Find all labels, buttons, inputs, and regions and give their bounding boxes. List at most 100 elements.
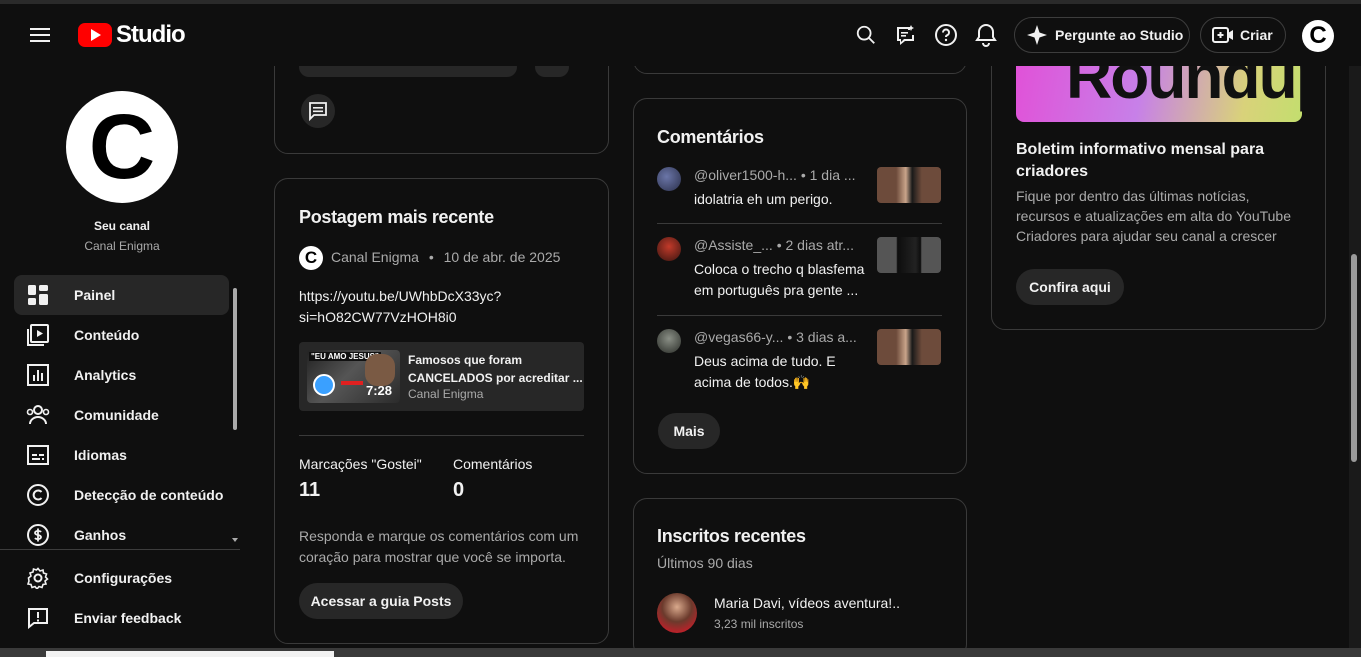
commenter-avatar[interactable] <box>657 167 681 191</box>
comments-count-value: 0 <box>453 479 465 501</box>
comment-divider <box>657 315 942 316</box>
comment-author[interactable]: @oliver1500-h... <box>694 167 797 183</box>
comments-card: Comentários @oliver1500-h... • 1 dia ...… <box>633 98 967 474</box>
sidebar-item-label: Conteúdo <box>74 327 140 343</box>
newsletter-title: Boletim informativo mensal para criadore… <box>1016 139 1264 183</box>
go-to-posts-button[interactable]: Acessar a guia Posts <box>299 583 463 619</box>
prompt-line: Responda e marque os comentários com um <box>299 528 579 544</box>
sidebar-item-dashboard[interactable]: Painel <box>14 275 229 315</box>
sidebar-item-settings[interactable]: Configurações <box>14 558 229 598</box>
comment-meta: @oliver1500-h... • 1 dia ... <box>694 167 864 183</box>
notifications-bell-icon[interactable] <box>971 20 1001 50</box>
sidebar-item-content[interactable]: Conteúdo <box>14 315 229 355</box>
comment-icon[interactable] <box>301 94 335 128</box>
comment-time: • 2 dias atr... <box>776 237 854 253</box>
commenter-avatar[interactable] <box>657 237 681 261</box>
comment-item[interactable]: @oliver1500-h... • 1 dia ... idolatria e… <box>657 167 942 217</box>
sidebar-scrollbar[interactable] <box>233 288 237 430</box>
commenter-avatar[interactable] <box>657 329 681 353</box>
channel-avatar-letter: C <box>88 96 156 198</box>
person-figure <box>365 354 395 386</box>
post-link-line: si=hO82CW77VzHOH8i0 <box>299 309 457 325</box>
comment-video-thumbnail[interactable] <box>877 329 941 365</box>
check-it-out-button[interactable]: Confira aqui <box>1016 269 1124 305</box>
help-icon[interactable] <box>931 20 961 50</box>
video-thumbnail: "EU AMO JESUS" 7:28 <box>307 350 400 403</box>
comment-item[interactable]: @Assiste_... • 2 dias atr... Coloca o tr… <box>657 237 942 307</box>
post-link[interactable]: https://youtu.be/UWhbDcX33yc? si=hO82CW7… <box>299 286 501 328</box>
sidebar-item-languages[interactable]: Idiomas <box>14 435 229 475</box>
comment-item[interactable]: @vegas66-y... • 3 dias a... Deus acima d… <box>657 329 942 399</box>
channel-avatar[interactable]: C <box>66 91 178 203</box>
comment-author[interactable]: @vegas66-y... <box>694 329 783 345</box>
creator-newsletter-card: Roundup Boletim informativo mensal para … <box>991 20 1326 330</box>
subscriber-avatar[interactable] <box>657 593 697 633</box>
newsletter-description: Fique por dentro das últimas notícias, r… <box>1016 186 1291 246</box>
create-button[interactable]: Criar <box>1200 17 1286 53</box>
ask-studio-label: Pergunte ao Studio <box>1055 27 1184 43</box>
comment-time: • 3 dias a... <box>787 329 857 345</box>
studio-logo[interactable]: Studio <box>78 20 186 50</box>
comment-meta: @Assiste_... • 2 dias atr... <box>694 237 864 253</box>
feedback-icon <box>26 606 50 630</box>
youtube-logo-icon <box>78 23 112 47</box>
taskbar-tab[interactable] <box>46 651 334 657</box>
latest-post-title: Postagem mais recente <box>299 207 494 227</box>
embedded-video[interactable]: "EU AMO JESUS" 7:28 Famosos que foram CA… <box>299 342 584 411</box>
account-avatar[interactable]: C <box>1302 20 1334 52</box>
subtitles-icon <box>26 443 50 467</box>
sidebar-item-label: Comunidade <box>74 407 159 423</box>
sidebar-item-label: Configurações <box>74 570 173 586</box>
divider <box>299 435 584 436</box>
comment-text-line: em português pra gente ... <box>694 282 859 298</box>
gear-icon <box>26 566 50 590</box>
sidebar-item-label: Ganhos <box>74 527 127 543</box>
channel-title: Seu canal <box>93 219 151 233</box>
sidebar-item-analytics[interactable]: Analytics <box>14 355 229 395</box>
prompt-line: coração para mostrar que você se importa… <box>299 549 566 565</box>
main-scrollbar-thumb[interactable] <box>1351 254 1357 462</box>
sidebar-item-community[interactable]: Comunidade <box>14 395 229 435</box>
post-link-line: https://youtu.be/UWhbDcX33yc? <box>299 288 502 304</box>
video-title-line: Famosos que foram <box>408 353 523 367</box>
subscriber-name[interactable]: Maria Davi, vídeos aventura!.. <box>714 595 900 611</box>
latest-post-card: Postagem mais recente C Canal Enigma • 1… <box>274 178 609 644</box>
more-comments-button[interactable]: Mais <box>658 413 720 449</box>
window-frame-bottom <box>0 648 1361 657</box>
sidebar-item-label: Enviar feedback <box>74 610 182 626</box>
video-title[interactable]: Famosos que foram CANCELADOS por acredit… <box>408 351 583 387</box>
newsletter-title-line: criadores <box>1016 163 1089 180</box>
arrow-icon <box>341 381 363 385</box>
post-meta-dot: • <box>428 249 434 265</box>
comments-feedback-icon[interactable] <box>891 20 921 50</box>
sidebar-item-content-detection[interactable]: Detecção de conteúdo <box>14 475 229 515</box>
sidebar-item-feedback[interactable]: Enviar feedback <box>14 598 229 638</box>
newsletter-desc-line: Fique por dentro das últimas notícias, <box>1016 188 1250 204</box>
logo-text: Studio <box>116 21 186 48</box>
comment-meta: @vegas66-y... • 3 dias a... <box>694 329 864 345</box>
top-app-bar: Studio Pergunte ao Studio Criar C <box>0 4 1349 66</box>
post-author[interactable]: Canal Enigma <box>331 249 419 265</box>
ask-studio-button[interactable]: Pergunte ao Studio <box>1014 17 1190 53</box>
video-title-line: CANCELADOS por acreditar ... <box>408 371 583 385</box>
globe-logo-icon <box>313 374 335 396</box>
video-channel: Canal Enigma <box>408 387 484 401</box>
search-icon[interactable] <box>851 20 881 50</box>
comment-text-line: Deus acima de tudo. E <box>694 353 836 369</box>
newsletter-desc-line: Criadores para ajudar seu canal a cresce… <box>1016 228 1277 244</box>
newsletter-desc-line: recursos e atualizações em alta do YouTu… <box>1016 208 1291 224</box>
comment-text: Coloca o trecho q blasfema em português … <box>694 259 894 301</box>
sidebar-item-label: Idiomas <box>74 447 127 463</box>
comment-video-thumbnail[interactable] <box>877 237 941 273</box>
sidebar-item-label: Painel <box>74 287 116 303</box>
menu-icon[interactable] <box>22 20 58 50</box>
comment-author[interactable]: @Assiste_... <box>694 237 773 253</box>
comment-video-thumbnail[interactable] <box>877 167 941 203</box>
author-avatar[interactable]: C <box>299 246 323 270</box>
likes-label: Marcações "Gostei" <box>299 456 422 472</box>
main-scrollbar[interactable] <box>1349 66 1361 648</box>
comments-card-title: Comentários <box>657 127 764 147</box>
sidebar-item-label: Detecção de conteúdo <box>74 487 224 503</box>
sidebar-scroll-down-icon[interactable] <box>232 538 238 542</box>
comment-text: Deus acima de tudo. E acima de todos.🙌 <box>694 351 864 393</box>
